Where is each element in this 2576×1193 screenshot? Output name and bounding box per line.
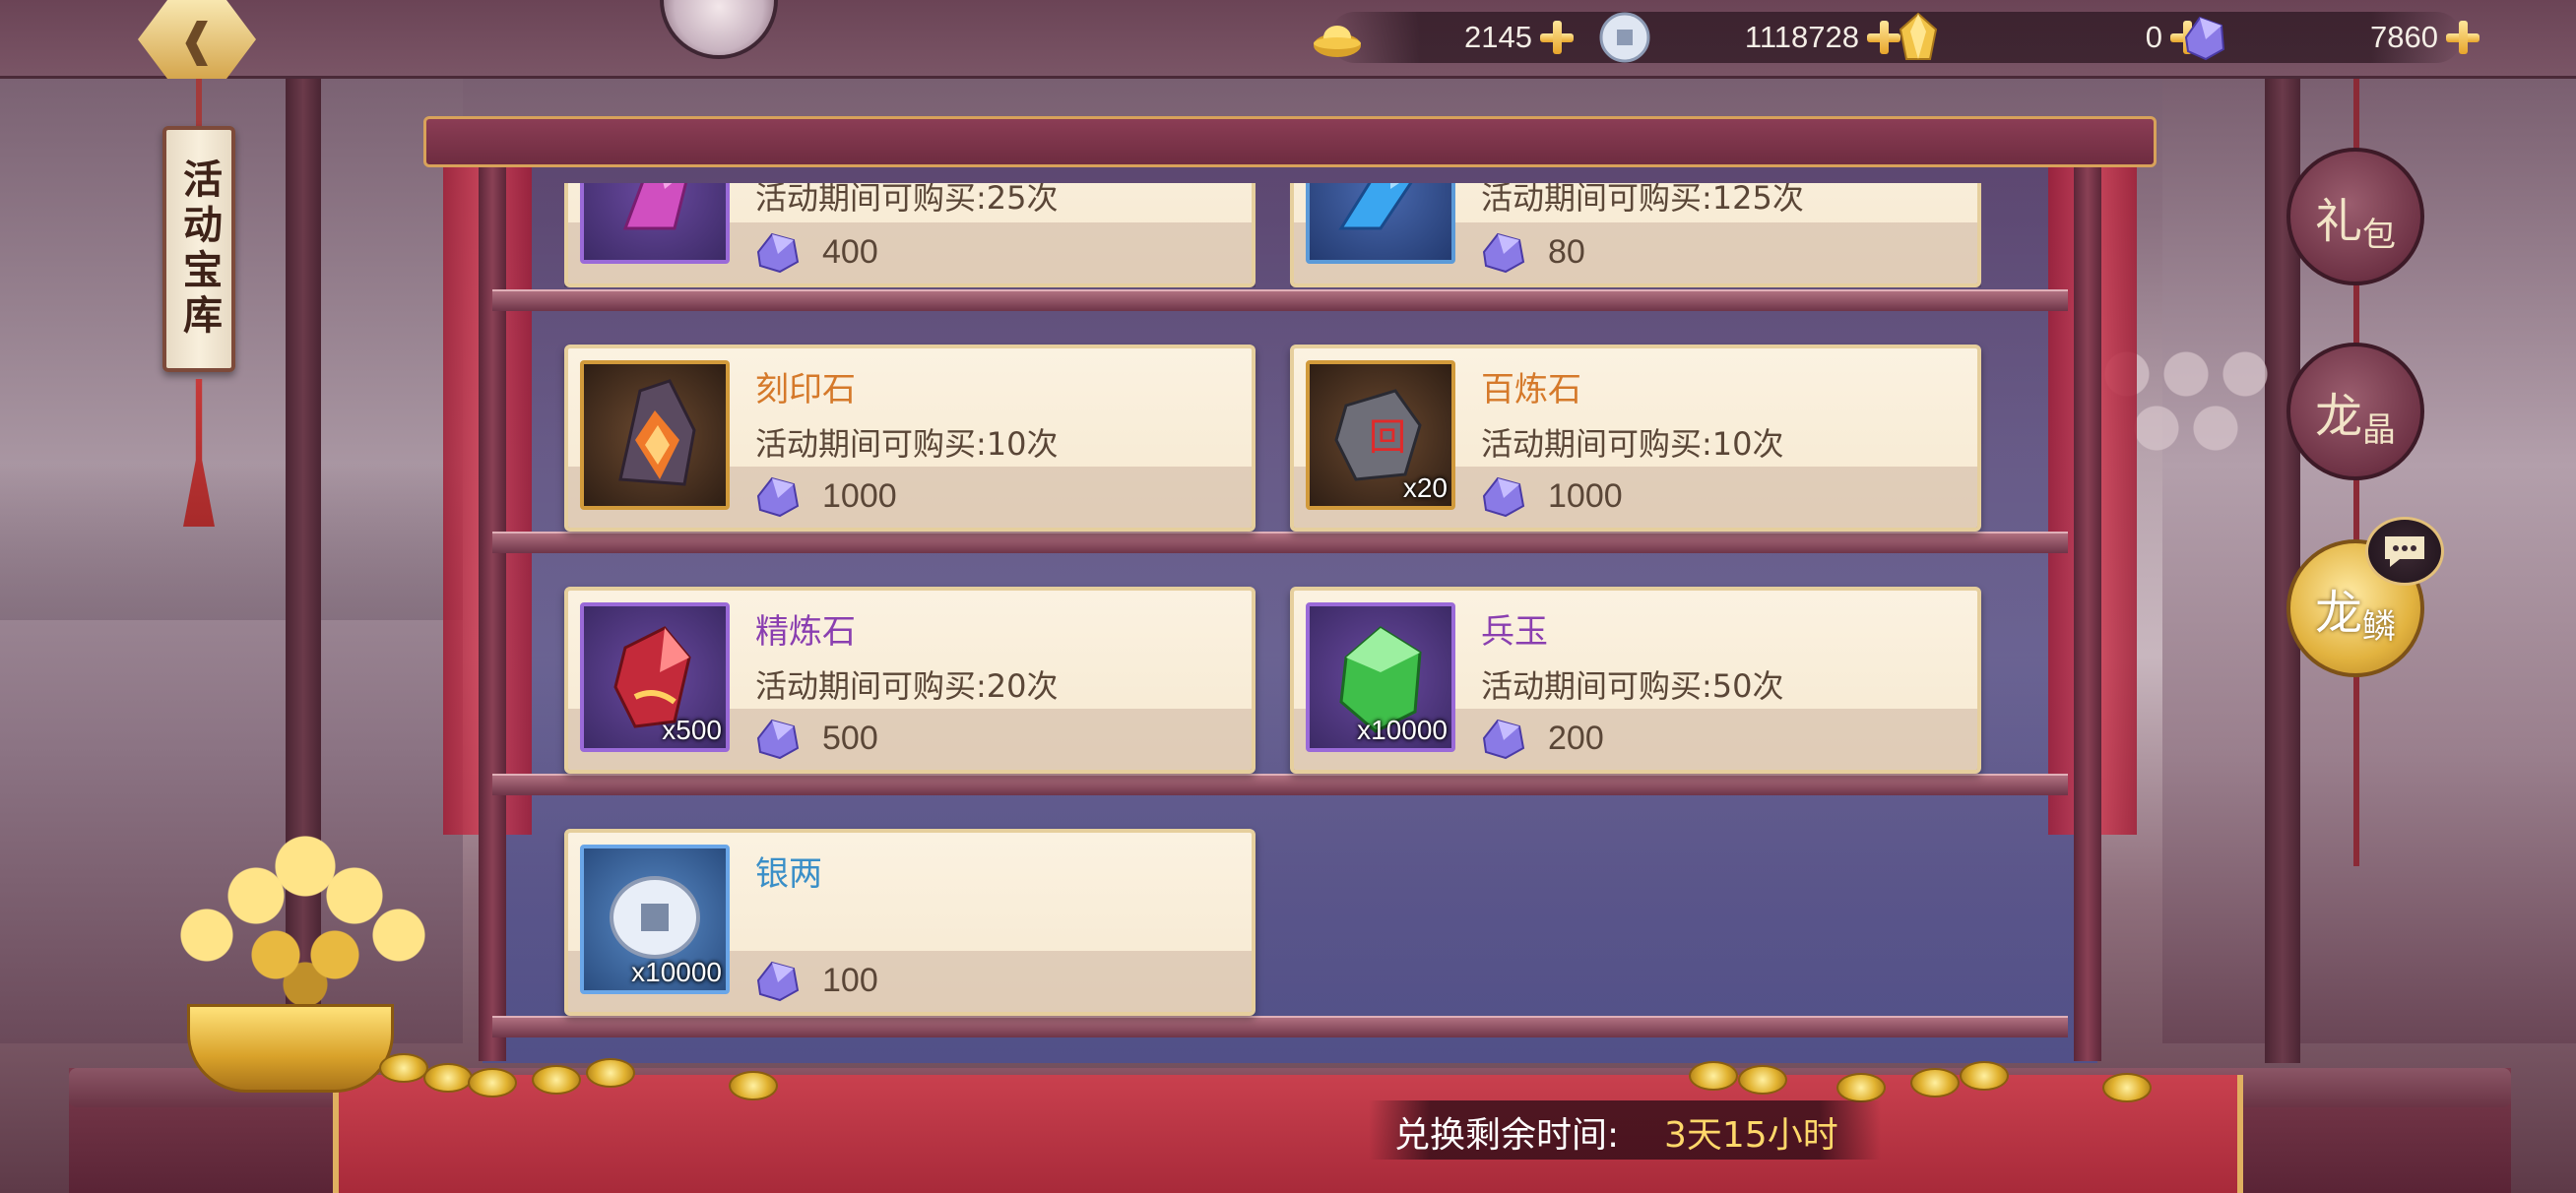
item-price: 1000 bbox=[822, 477, 897, 515]
shop-item-card[interactable]: 回 x20 百炼石 活动期间可购买:10次 1000 bbox=[1290, 345, 1981, 532]
coin-decoration bbox=[586, 1058, 635, 1088]
item-purchase-limit: 活动期间可购买:10次 bbox=[755, 425, 1059, 463]
coin-decoration bbox=[1689, 1061, 1738, 1091]
back-arrow-icon: ❰ bbox=[177, 13, 217, 66]
tab-dragon-crystal[interactable]: 龙 晶 bbox=[2286, 343, 2424, 480]
item-quantity: x20 bbox=[1402, 472, 1448, 503]
purple-crystal-icon bbox=[1482, 232, 1525, 274]
money-tree-decoration bbox=[167, 827, 433, 1014]
item-price: 80 bbox=[1548, 233, 1585, 271]
tab-label-big: 龙 bbox=[2314, 389, 2362, 444]
svg-text:回: 回 bbox=[1369, 415, 1406, 459]
resource-gold-crystal: 0 bbox=[1891, 8, 2208, 67]
item-quantity: x500 bbox=[662, 715, 722, 745]
item-purchase-limit: 活动期间可购买:10次 bbox=[1481, 425, 1784, 463]
tab-label-small: 晶 bbox=[2362, 409, 2396, 450]
engraving-stone-icon bbox=[618, 379, 696, 486]
tab-label-big: 礼 bbox=[2314, 194, 2362, 249]
item-name: 银两 bbox=[755, 854, 822, 894]
purple-crystal-icon bbox=[2184, 16, 2225, 61]
item-name: 兵玉 bbox=[1481, 612, 1548, 652]
coin-decoration bbox=[1738, 1065, 1787, 1095]
gold-ingot-icon bbox=[1314, 26, 1361, 57]
item-icon-box bbox=[580, 360, 730, 510]
coin-decoration bbox=[1960, 1061, 2009, 1091]
purple-crystal-icon bbox=[756, 719, 800, 760]
shelf-post-right bbox=[2074, 156, 2101, 1061]
dragon-crystal-value: 7860 bbox=[2370, 20, 2438, 54]
purple-crystal-icon bbox=[756, 232, 800, 274]
item-icon-box: x500 bbox=[580, 602, 730, 752]
shop-item-card[interactable]: x10000 兵玉 活动期间可购买:50次 200 bbox=[1290, 587, 1981, 774]
purple-crystal-icon bbox=[1482, 719, 1525, 760]
item-quantity: x10000 bbox=[1357, 715, 1448, 745]
resource-gold-ingot: 2145 bbox=[1310, 8, 1578, 67]
coin-decoration bbox=[729, 1071, 778, 1100]
coin-decoration bbox=[379, 1053, 428, 1083]
resource-silver-coin: 1118728 bbox=[1597, 8, 1904, 67]
shelf-board bbox=[492, 1016, 2068, 1037]
coin-decoration bbox=[468, 1068, 517, 1098]
exchange-timer-label: 兑换剩余时间: bbox=[1394, 1115, 1620, 1156]
money-pot-decoration bbox=[187, 1004, 394, 1093]
item-name: 精炼石 bbox=[755, 612, 856, 652]
gold-crystal-value: 0 bbox=[2145, 20, 2162, 54]
silver-coin-icon bbox=[1599, 12, 1650, 63]
purple-crystal-icon bbox=[1482, 476, 1525, 518]
chat-icon bbox=[2385, 536, 2424, 567]
add-dragon-crystal-button[interactable] bbox=[2442, 17, 2483, 58]
coin-decoration bbox=[1910, 1068, 1960, 1098]
coin-decoration bbox=[532, 1065, 581, 1095]
counter-cloth bbox=[333, 1075, 2243, 1193]
chat-button[interactable] bbox=[2365, 517, 2444, 586]
tab-label-small: 包 bbox=[2362, 215, 2396, 255]
item-purchase-limit: 活动期间可购买:20次 bbox=[755, 667, 1059, 705]
shop-item-card[interactable]: x10000 银两 100 bbox=[564, 829, 1256, 1016]
resource-dragon-crystal: 7860 bbox=[2176, 8, 2483, 67]
add-gold-ingot-button[interactable] bbox=[1536, 17, 1578, 58]
item-price: 500 bbox=[822, 720, 878, 757]
shop-item-card[interactable]: 刻印石 活动期间可购买:10次 1000 bbox=[564, 345, 1256, 532]
shop-item-card[interactable]: x500 精炼石 活动期间可购买:20次 500 bbox=[564, 587, 1256, 774]
shelf-board bbox=[492, 532, 2068, 553]
tab-gift-pack[interactable]: 礼 包 bbox=[2286, 148, 2424, 285]
purple-crystal-icon bbox=[756, 476, 800, 518]
item-name: 百炼石 bbox=[1481, 370, 1581, 409]
item-price: 400 bbox=[822, 233, 878, 271]
page-title: 活动宝库 bbox=[176, 158, 223, 340]
coin-decoration bbox=[2102, 1073, 2152, 1102]
coin-decoration bbox=[1836, 1073, 1886, 1102]
coin-decoration bbox=[423, 1063, 473, 1093]
purple-crystal-icon bbox=[756, 961, 800, 1002]
item-name: 刻印石 bbox=[755, 370, 856, 409]
shelf-board bbox=[492, 289, 2068, 311]
tab-label-small: 鳞 bbox=[2362, 606, 2396, 647]
exchange-timer-value: 3天15小时 bbox=[1664, 1115, 1838, 1156]
tab-label-big: 龙 bbox=[2314, 586, 2362, 641]
page-title-scroll: 活动宝库 bbox=[162, 126, 235, 372]
silver-coin-value: 1118728 bbox=[1744, 20, 1859, 54]
gold-ingot-value: 2145 bbox=[1464, 20, 1532, 54]
title-rope bbox=[196, 79, 202, 128]
background-mountains bbox=[0, 463, 463, 620]
shelf-top-beam bbox=[423, 116, 2157, 167]
shelf-board bbox=[492, 774, 2068, 795]
item-price: 200 bbox=[1548, 720, 1604, 757]
item-icon-box: x10000 bbox=[1306, 602, 1455, 752]
item-quantity: x10000 bbox=[631, 957, 722, 987]
item-price: 100 bbox=[822, 962, 878, 999]
item-price: 1000 bbox=[1548, 477, 1623, 515]
item-icon-box: 回 x20 bbox=[1306, 360, 1455, 510]
item-icon-box: x10000 bbox=[580, 845, 730, 994]
item-purchase-limit: 活动期间可购买:50次 bbox=[1481, 667, 1784, 705]
gold-crystal-icon bbox=[1899, 12, 1938, 60]
